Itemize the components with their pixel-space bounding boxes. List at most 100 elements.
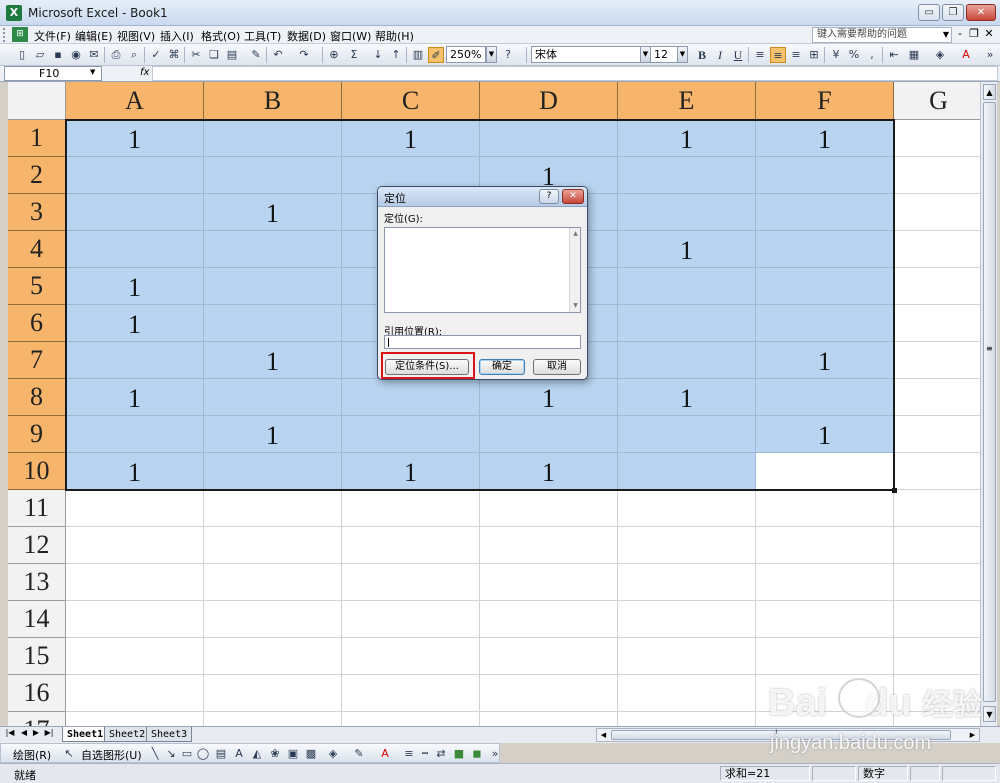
cell-g16[interactable] (894, 675, 980, 712)
workbook-minimize-button[interactable]: - (953, 27, 967, 40)
row-header-16[interactable]: 16 (8, 675, 66, 712)
listbox-scroll-down-icon[interactable]: ▼ (571, 302, 580, 309)
cell-c10[interactable]: 1 (342, 453, 480, 490)
cell-b4[interactable] (204, 231, 342, 268)
name-box[interactable]: F10 (4, 66, 102, 81)
align-left-icon[interactable]: ≡ (752, 47, 768, 63)
cell-g14[interactable] (894, 601, 980, 638)
cell-e5[interactable] (618, 268, 756, 305)
listbox-scroll-up-icon[interactable]: ▲ (571, 230, 580, 237)
cell-f14[interactable] (756, 601, 894, 638)
restore-button[interactable]: ❐ (942, 4, 964, 21)
column-header-d[interactable]: D (480, 82, 618, 120)
cell-e17[interactable] (618, 712, 756, 726)
cell-d11[interactable] (480, 490, 618, 527)
column-header-b[interactable]: B (204, 82, 342, 120)
currency-icon[interactable]: ¥ (828, 47, 844, 63)
dialog-help-button[interactable]: ? (539, 189, 559, 204)
line-color-icon[interactable]: ✎ (351, 746, 367, 762)
workbook-restore-button[interactable]: ❐ (967, 27, 981, 40)
cell-a7[interactable] (66, 342, 204, 379)
prev-sheet-icon[interactable]: ◀ (18, 728, 30, 737)
column-header-g[interactable]: G (894, 82, 980, 120)
sort-ascending-icon[interactable]: ↓ (370, 47, 386, 63)
font-name-field[interactable]: 宋体 (531, 46, 641, 63)
merge-center-icon[interactable]: ⊞ (806, 47, 822, 63)
cell-a17[interactable] (66, 712, 204, 726)
cell-f12[interactable] (756, 527, 894, 564)
diagram-icon[interactable]: ◭ (249, 746, 265, 762)
cell-a9[interactable] (66, 416, 204, 453)
font-size-field[interactable]: 12 (650, 46, 678, 63)
cell-d15[interactable] (480, 638, 618, 675)
help-search-input[interactable]: 键入需要帮助的问题 (812, 27, 952, 43)
vertical-scroll-thumb[interactable] (983, 102, 996, 702)
cell-f7[interactable]: 1 (756, 342, 894, 379)
row-header-11[interactable]: 11 (8, 490, 66, 527)
cell-g13[interactable] (894, 564, 980, 601)
rectangle-icon[interactable]: ▭ (179, 746, 195, 762)
arrow-style-icon[interactable]: ⇄ (433, 746, 449, 762)
name-box-dropdown-icon[interactable]: ▼ (90, 68, 95, 76)
undo-icon[interactable]: ↶ (270, 47, 286, 63)
cell-a5[interactable]: 1 (66, 268, 204, 305)
cell-a13[interactable] (66, 564, 204, 601)
cell-d12[interactable] (480, 527, 618, 564)
minimize-button[interactable]: ▭ (918, 4, 940, 21)
vertical-scrollbar[interactable]: ▲ ≡ ▼ (980, 82, 997, 726)
cell-e1[interactable]: 1 (618, 120, 756, 157)
cell-a3[interactable] (66, 194, 204, 231)
toolbar-options-icon[interactable]: » (982, 47, 998, 63)
cell-g9[interactable] (894, 416, 980, 453)
autoshapes-button[interactable]: 自选图形(U) (81, 747, 142, 763)
image-icon[interactable]: ▩ (303, 746, 319, 762)
goto-listbox[interactable]: ▲ ▼ (384, 227, 581, 313)
cell-e12[interactable] (618, 527, 756, 564)
arrow-icon[interactable]: ↘ (163, 746, 179, 762)
3d-icon[interactable]: ◼ (469, 746, 485, 762)
cell-d17[interactable] (480, 712, 618, 726)
format-painter-icon[interactable]: ✎ (248, 47, 264, 63)
row-header-1[interactable]: 1 (8, 120, 66, 157)
paste-icon[interactable]: ▤ (224, 47, 240, 63)
menu-window[interactable]: 窗口(W) (330, 28, 371, 44)
menu-format[interactable]: 格式(O) (201, 28, 240, 44)
ok-button[interactable]: 确定 (479, 359, 525, 375)
cell-g8[interactable] (894, 379, 980, 416)
cell-g2[interactable] (894, 157, 980, 194)
cell-c1[interactable]: 1 (342, 120, 480, 157)
zoom-field[interactable]: 250% (446, 46, 486, 63)
chart-wizard-icon[interactable]: ▥ (410, 47, 426, 63)
cell-g5[interactable] (894, 268, 980, 305)
open-icon[interactable]: ▱ (32, 47, 48, 63)
line-icon[interactable]: ╲ (147, 746, 163, 762)
cell-c16[interactable] (342, 675, 480, 712)
scroll-up-icon[interactable]: ▲ (983, 84, 996, 100)
cell-e7[interactable] (618, 342, 756, 379)
row-header-5[interactable]: 5 (8, 268, 66, 305)
cell-b1[interactable] (204, 120, 342, 157)
sheet-tab-sheet3[interactable]: Sheet3 (146, 727, 193, 742)
bold-button[interactable]: B (694, 47, 710, 63)
cancel-button[interactable]: 取消 (533, 359, 581, 375)
cell-a4[interactable] (66, 231, 204, 268)
first-sheet-icon[interactable]: |◀ (4, 728, 16, 737)
cell-f6[interactable] (756, 305, 894, 342)
borders-icon[interactable]: ▦ (906, 47, 922, 63)
cell-a2[interactable] (66, 157, 204, 194)
cell-d13[interactable] (480, 564, 618, 601)
column-header-c[interactable]: C (342, 82, 480, 120)
cell-b16[interactable] (204, 675, 342, 712)
zoom-dropdown-icon[interactable]: ▼ (486, 46, 497, 63)
cell-a12[interactable] (66, 527, 204, 564)
menu-tools[interactable]: 工具(T) (244, 28, 281, 44)
draw-menu-button[interactable]: 绘图(R) (13, 747, 51, 763)
cell-b9[interactable]: 1 (204, 416, 342, 453)
sort-descending-icon[interactable]: ↑ (388, 47, 404, 63)
percent-icon[interactable]: % (846, 47, 862, 63)
align-right-icon[interactable]: ≡ (788, 47, 804, 63)
cell-c12[interactable] (342, 527, 480, 564)
align-center-icon[interactable]: ≡ (770, 47, 786, 63)
cell-a11[interactable] (66, 490, 204, 527)
cell-c11[interactable] (342, 490, 480, 527)
